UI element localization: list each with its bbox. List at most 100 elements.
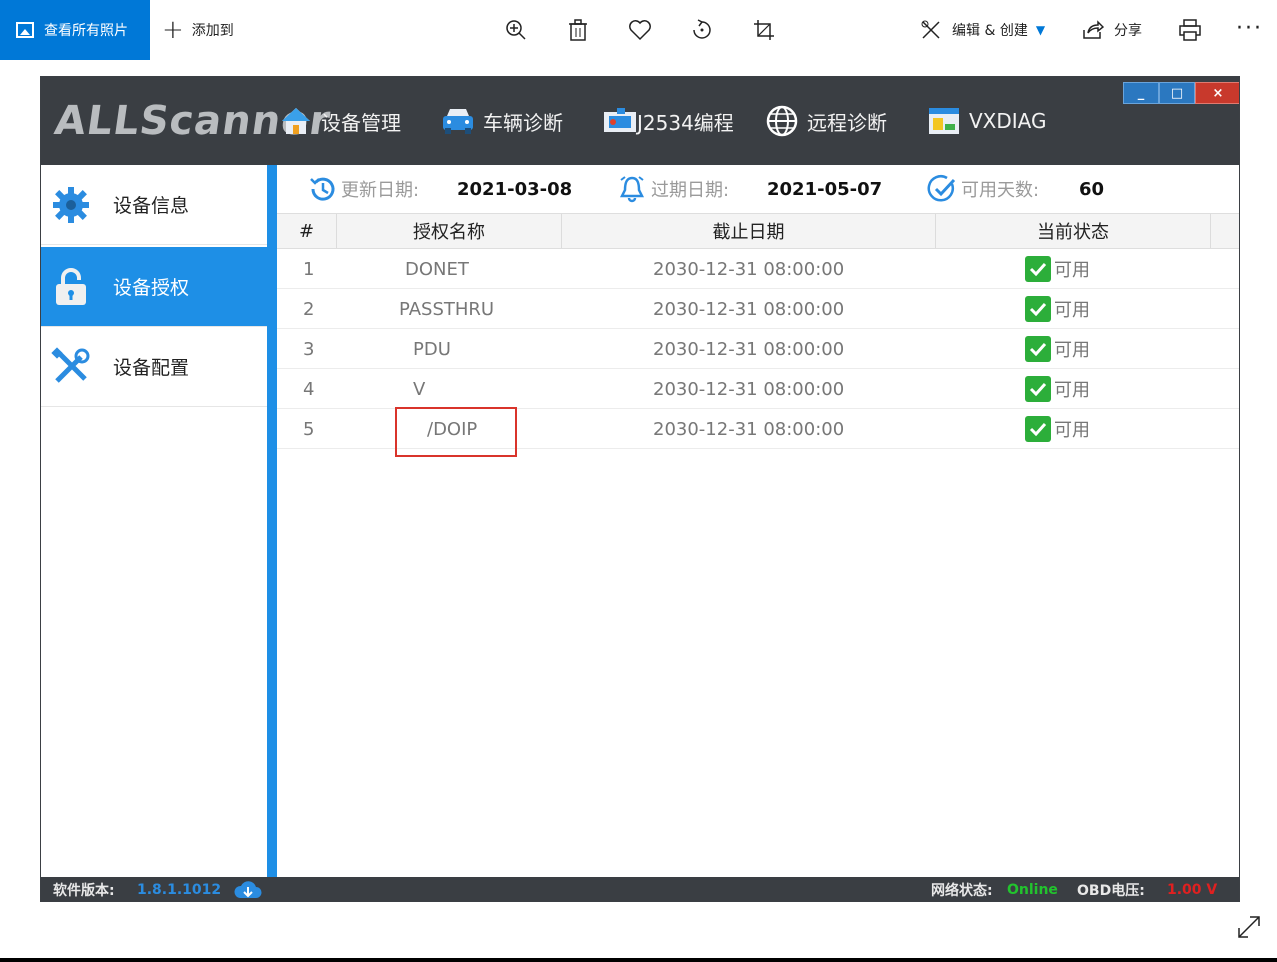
viewer-toolbar: 查看所有照片 + 添加到 编辑 & 创建 ▼ 分享 ··· [0,0,1277,60]
zoom-in-button[interactable] [500,14,532,46]
edit-create-label: 编辑 & 创建 [952,23,1028,39]
nav-j2534-programming[interactable]: J2534编程 [603,101,734,141]
update-date-group: 更新日期: [307,165,419,213]
row-expiry-date: 2030-12-31 08:00:00 [653,338,845,360]
view-all-label: 查看所有照片 [44,23,128,39]
check-circle-icon [927,175,956,202]
gear-icon [51,185,91,225]
table-row[interactable]: 1 DONET 2030-12-31 08:00:00 可用 [277,249,1239,289]
sidebar: 设备信息 设备授权 设备配置 [41,165,277,877]
checkmark-icon [1025,296,1051,322]
checkmark-icon [1025,336,1051,362]
nav-label: 设备管理 [321,110,401,135]
table-row[interactable]: 2 PASSTHRU 2030-12-31 08:00:00 可用 [277,289,1239,329]
rotate-icon [693,19,711,39]
row-status-label: 可用 [1054,300,1090,321]
add-to-button[interactable]: + 添加到 [162,0,234,60]
maximize-button[interactable]: □ [1159,82,1195,104]
expire-date-value: 2021-05-07 [767,178,883,200]
update-date-label: 更新日期: [341,180,420,201]
alarm-bell-icon [619,176,645,203]
more-options-button[interactable]: ··· [1236,16,1263,41]
nav-remote-diagnosis[interactable]: 远程诊断 [765,101,887,141]
rotate-button[interactable] [686,14,718,46]
close-button[interactable]: × [1195,82,1239,104]
expire-date-label: 过期日期: [651,180,730,201]
globe-icon [765,104,799,138]
row-license-name: PDU [413,338,451,360]
column-header-status[interactable]: 当前状态 [936,214,1211,248]
update-date-value: 2021-03-08 [457,178,573,200]
network-status-value: Online [1007,882,1058,898]
expand-icon [1238,916,1260,938]
obd-voltage-label: OBD电压: [1077,883,1145,899]
row-status: 可用 [1025,249,1090,289]
cloud-download-button[interactable] [233,877,263,901]
delete-button[interactable] [562,14,594,46]
car-icon [441,104,475,138]
vxdiag-icon [927,104,961,138]
heart-icon [629,20,651,41]
sidebar-item-device-authorization[interactable]: 设备授权 [41,247,267,327]
row-expiry-date: 2030-12-31 08:00:00 [653,378,845,400]
edit-create-button[interactable]: 编辑 & 创建 ▼ [920,0,1045,60]
column-header-license-name[interactable]: 授权名称 [337,214,562,248]
cloud-download-icon [234,881,262,898]
table-row[interactable]: 4 V 2030-12-31 08:00:00 可用 [277,369,1239,409]
view-all-photos-button[interactable]: 查看所有照片 [0,0,150,60]
zoom-in-icon [506,20,526,40]
nav-device-management[interactable]: 设备管理 [279,101,401,141]
expire-date-group: 过期日期: [617,165,729,213]
row-license-name: DONET [405,258,469,280]
add-to-label: 添加到 [191,23,234,39]
nav-label: VXDIAG [969,109,1047,133]
share-icon [1083,20,1104,39]
row-number: 4 [303,378,315,400]
sidebar-item-label: 设备配置 [113,357,190,379]
obd-voltage-value: 1.00 V [1167,882,1218,898]
allscanner-window: ALLScanner 设备管理 车辆诊断 J2534编程 远程诊断 VXDIAG… [40,76,1240,902]
row-status: 可用 [1025,409,1090,449]
column-header-number[interactable]: # [277,214,337,248]
nav-vehicle-diagnosis[interactable]: 车辆诊断 [441,101,563,141]
sidebar-item-device-config[interactable]: 设备配置 [41,327,267,407]
chevron-down-icon: ▼ [1035,23,1046,37]
checkmark-icon [1025,376,1051,402]
row-expiry-date: 2030-12-31 08:00:00 [653,298,845,320]
history-icon [310,177,335,201]
tools-icon [51,346,91,387]
table-row[interactable]: 3 PDU 2030-12-31 08:00:00 可用 [277,329,1239,369]
lock-icon [51,267,91,307]
row-number: 1 [303,258,315,280]
table-row[interactable]: 5 /DOIP 2030-12-31 08:00:00 可用 [277,409,1239,449]
row-status-label: 可用 [1054,260,1090,281]
sidebar-item-label: 设备信息 [113,195,190,217]
home-icon [279,104,313,138]
edit-icon [921,20,940,39]
row-number: 5 [303,418,315,440]
authorization-panel: 更新日期: 2021-03-08 过期日期: 2021-05-07 可用天数: … [277,165,1239,877]
crop-icon [754,20,774,40]
photo-icon [16,22,34,38]
row-status: 可用 [1025,329,1090,369]
crop-button[interactable] [748,14,780,46]
favorite-button[interactable] [624,14,656,46]
version-value: 1.8.1.1012 [137,882,222,898]
row-expiry-date: 2030-12-31 08:00:00 [653,418,845,440]
row-license-name: V [413,378,426,400]
row-status: 可用 [1025,289,1090,329]
nav-vxdiag[interactable]: VXDIAG [927,101,1047,141]
print-button[interactable] [1174,14,1206,46]
days-left-group: 可用天数: [927,165,1039,213]
row-status: 可用 [1025,369,1090,409]
sidebar-item-device-info[interactable]: 设备信息 [41,165,267,245]
column-header-expiry-date[interactable]: 截止日期 [562,214,936,248]
share-label: 分享 [1114,23,1142,39]
minimize-button[interactable]: _ [1123,82,1159,104]
status-bar: 软件版本: 1.8.1.1012 网络状态: Online OBD电压: 1.0… [41,877,1239,901]
expand-button[interactable] [1236,914,1264,942]
version-label: 软件版本: [53,883,115,899]
row-license-name: /DOIP [427,418,478,440]
share-button[interactable]: 分享 [1082,0,1142,60]
trash-icon [569,19,587,41]
